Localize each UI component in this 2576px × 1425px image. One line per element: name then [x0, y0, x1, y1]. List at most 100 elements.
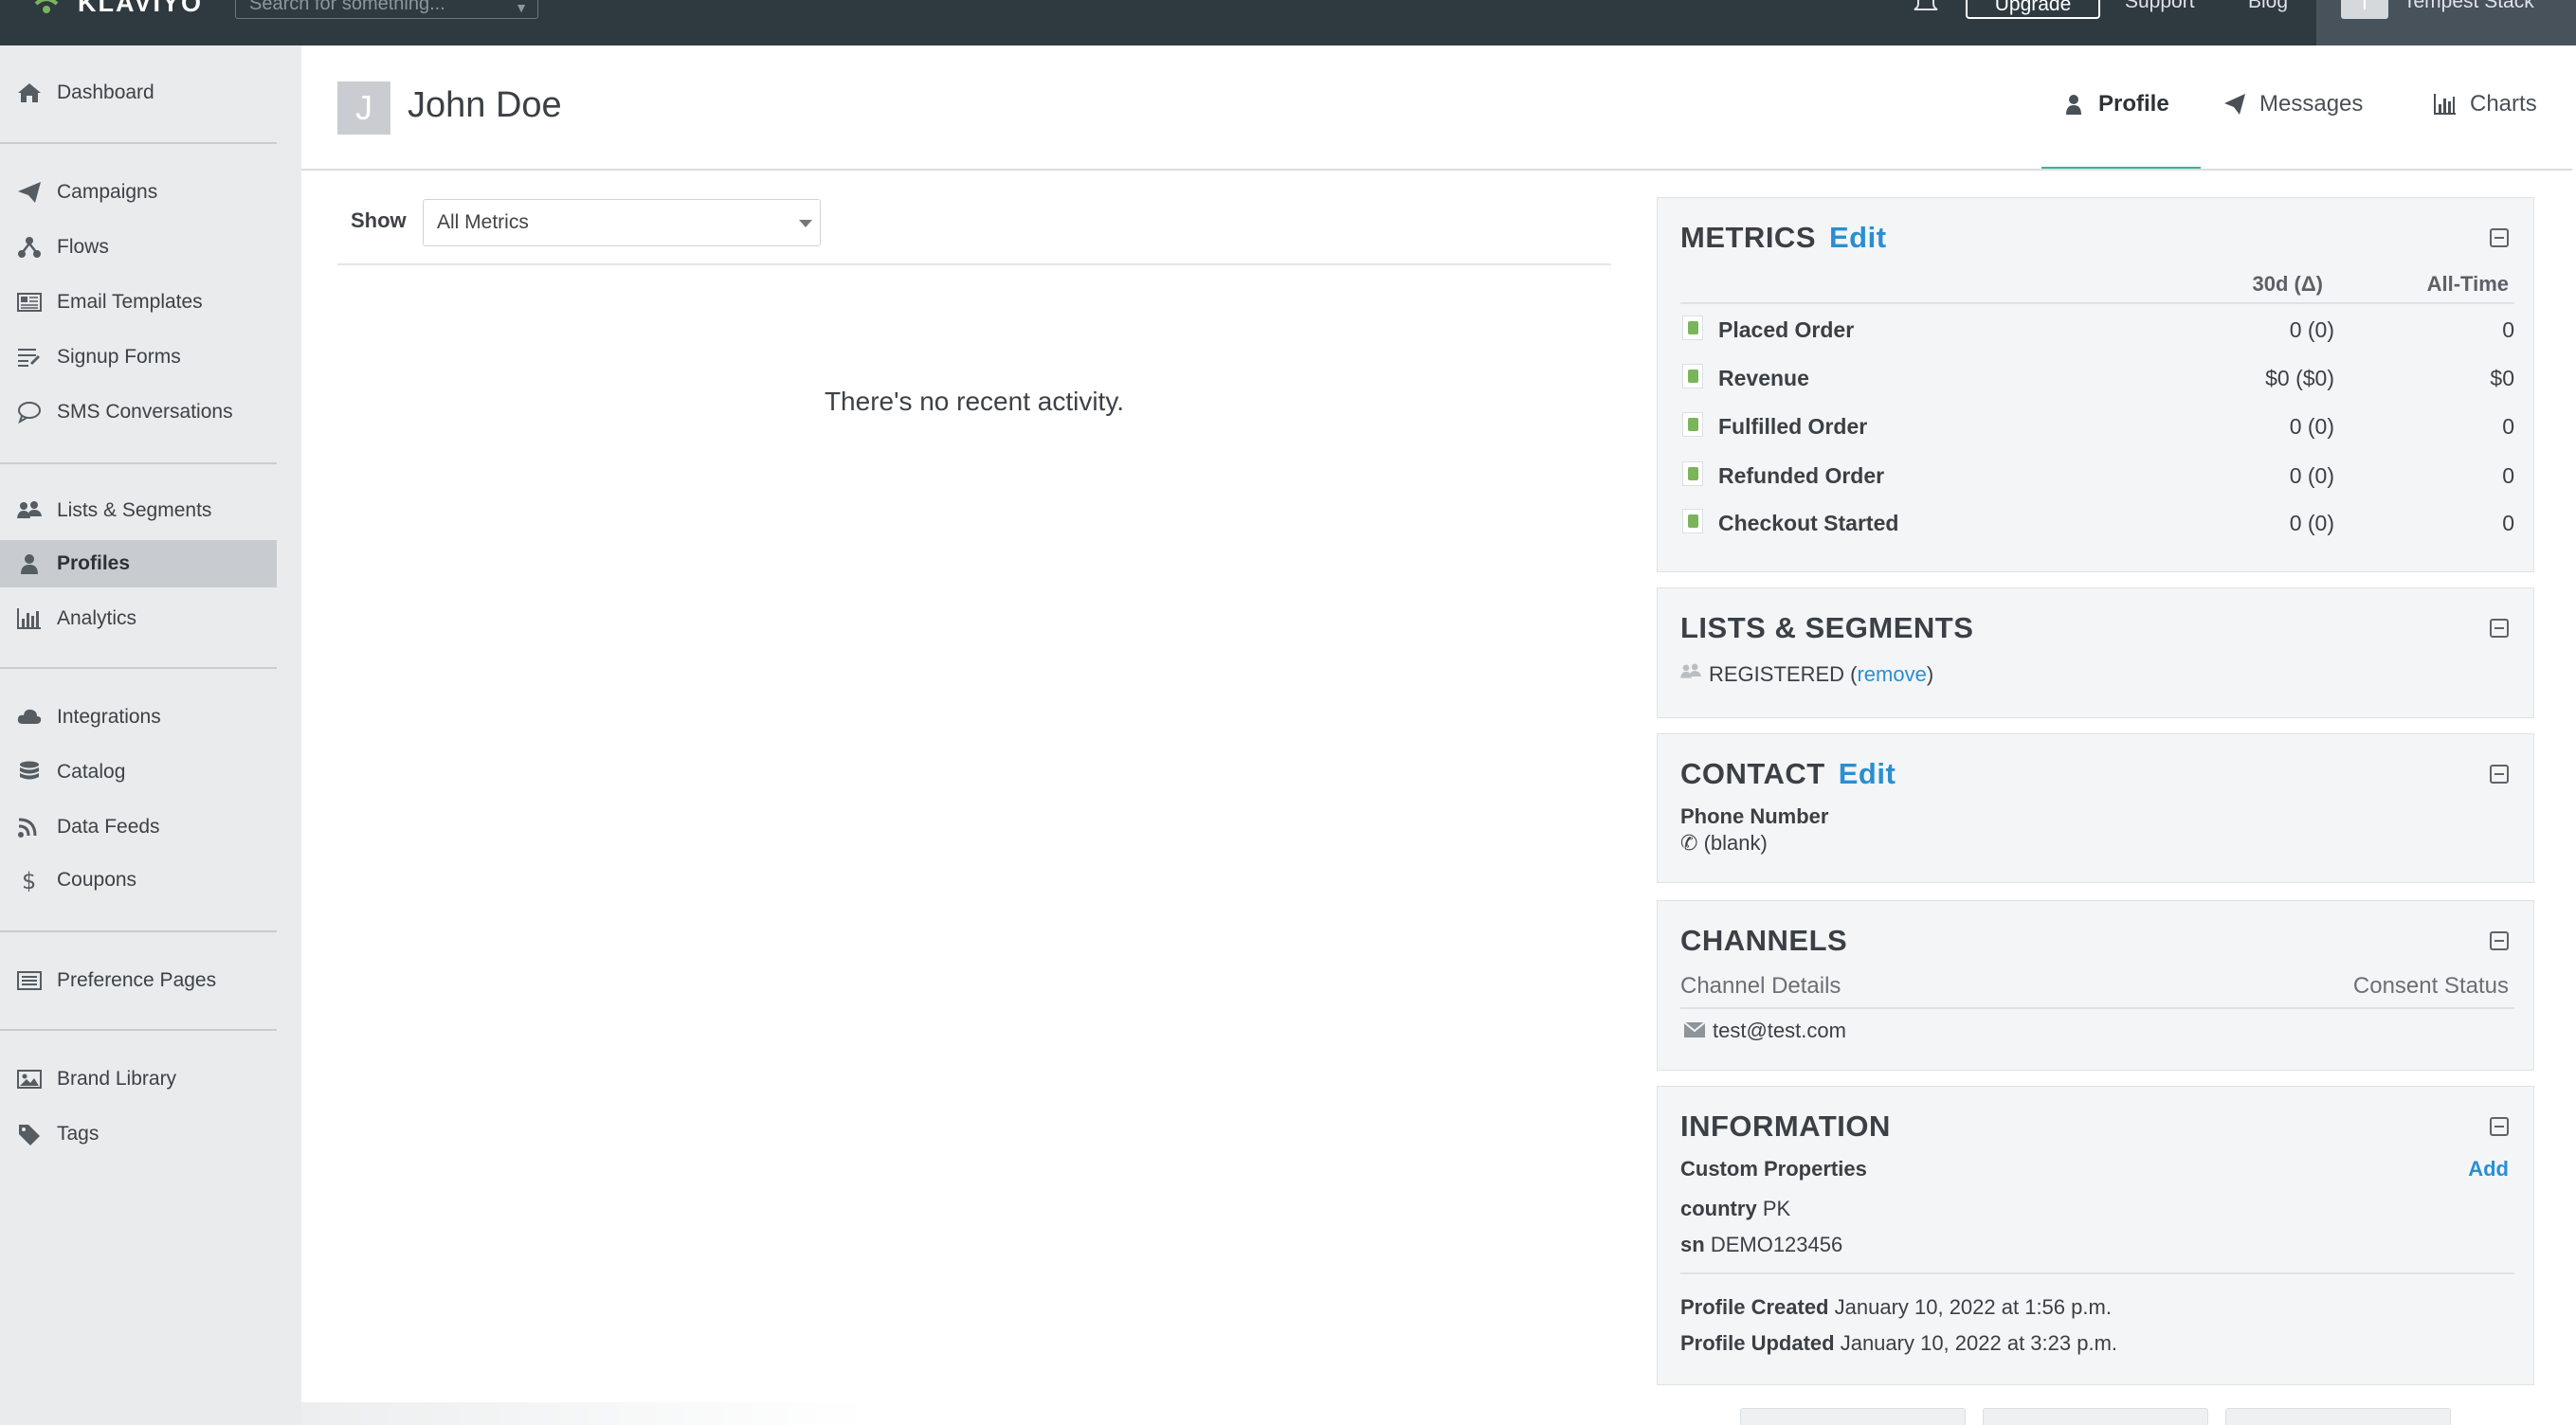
panel-title: METRICS Edit [1680, 221, 1887, 254]
show-label: Show [351, 208, 407, 232]
sidebar-item-profiles[interactable]: Profiles [0, 540, 277, 587]
sidebar-divider [0, 667, 277, 669]
chat-icon [17, 400, 45, 424]
top-bar: KLAVIYO Search for something... ▼ Upgrad… [0, 0, 2576, 45]
col-consent-status: Consent Status [2352, 973, 2509, 999]
custom-property: sn DEMO123456 [1680, 1233, 1843, 1256]
account-menu[interactable]: T Tempest Stack [2316, 0, 2576, 45]
footer-button[interactable] [1983, 1408, 2208, 1425]
panel-title: INFORMATION [1680, 1109, 1891, 1143]
chevron-down-icon: ▼ [515, 0, 528, 15]
dollar-icon: $ [17, 868, 45, 893]
lists-segments-panel: LISTS & SEGMENTS REGISTERED (remove) [1657, 587, 2534, 718]
profile-created: Profile Created January 10, 2022 at 1:56… [1680, 1295, 2112, 1319]
sidebar-item-signup-forms[interactable]: Signup Forms [0, 334, 277, 381]
paper-plane-icon [2224, 94, 2245, 115]
custom-properties-label: Custom Properties [1680, 1157, 1867, 1181]
sidebar-item-lists-segments[interactable]: Lists & Segments [0, 487, 277, 534]
no-activity-message: There's no recent activity. [824, 387, 1125, 416]
metric-row[interactable]: Placed Order 0 (0) 0 [1680, 310, 2514, 352]
remove-list-link[interactable]: remove [1857, 662, 1926, 686]
col-alltime-header: All-Time [2426, 272, 2509, 296]
users-icon [1680, 663, 1701, 678]
blog-link[interactable]: Blog [2248, 0, 2288, 13]
rss-icon [17, 815, 45, 839]
activity-divider [337, 263, 1611, 265]
logo-text: KLAVIYO [78, 0, 204, 17]
support-link[interactable]: Support [2125, 0, 2195, 13]
svg-text:$: $ [22, 869, 36, 892]
information-divider [1680, 1272, 2514, 1274]
wifi-logo-icon [34, 0, 59, 13]
metric-row[interactable]: Checkout Started 0 (0) 0 [1680, 503, 2514, 545]
add-property-link[interactable]: Add [2468, 1157, 2509, 1181]
sidebar: Dashboard Campaigns Flows Email Template… [0, 45, 301, 1425]
collapse-icon[interactable] [2490, 619, 2509, 638]
user-icon [17, 551, 45, 576]
account-avatar: T [2341, 0, 2388, 19]
paper-plane-icon [17, 180, 45, 205]
col-channel-details: Channel Details [1680, 973, 1841, 999]
metrics-edit-link[interactable]: Edit [1829, 221, 1887, 254]
sidebar-divider [0, 1029, 277, 1031]
footer-button[interactable] [1740, 1408, 1966, 1425]
collapse-icon[interactable] [2490, 228, 2509, 247]
sidebar-item-catalog[interactable]: Catalog [0, 749, 277, 796]
tab-profile[interactable]: Profile [2062, 91, 2169, 117]
bar-chart-icon [17, 606, 45, 631]
metric-row[interactable]: Refunded Order 0 (0) 0 [1680, 456, 2514, 497]
sidebar-divider [0, 462, 277, 464]
custom-property: country PK [1680, 1197, 1791, 1220]
shopify-icon [1682, 412, 1703, 437]
contact-edit-link[interactable]: Edit [1839, 757, 1896, 790]
profile-name: John Doe [408, 85, 562, 125]
sidebar-item-brand-library[interactable]: Brand Library [0, 1055, 277, 1103]
sidebar-item-integrations[interactable]: Integrations [0, 694, 277, 741]
metrics-divider [1680, 302, 2514, 304]
phone-value: ✆ (blank) [1680, 831, 1768, 855]
channels-divider [1680, 1007, 2514, 1009]
sidebar-divider [0, 930, 277, 932]
user-icon [2066, 95, 2081, 115]
col-30d-header: 30d (Δ) [2252, 272, 2324, 296]
panel-title: LISTS & SEGMENTS [1680, 611, 1974, 644]
shopify-icon [1682, 461, 1703, 486]
bell-icon[interactable] [1913, 0, 1939, 11]
search-input[interactable]: Search for something... ▼ [235, 0, 538, 19]
information-panel: INFORMATION Custom Properties Add countr… [1657, 1086, 2534, 1385]
sidebar-item-data-feeds[interactable]: Data Feeds [0, 803, 277, 851]
database-icon [17, 760, 45, 785]
profile-updated: Profile Updated January 10, 2022 at 3:23… [1680, 1331, 2118, 1355]
metric-filter-select[interactable]: All Metrics [423, 199, 821, 246]
template-icon [17, 290, 45, 315]
metric-row[interactable]: Revenue $0 ($0) $0 [1680, 358, 2514, 400]
sidebar-item-analytics[interactable]: Analytics [0, 595, 277, 642]
phone-label: Phone Number [1680, 804, 1829, 828]
klaviyo-logo[interactable]: KLAVIYO [27, 0, 203, 19]
list-icon [17, 968, 45, 993]
collapse-icon[interactable] [2490, 765, 2509, 784]
sidebar-item-preference-pages[interactable]: Preference Pages [0, 957, 277, 1004]
tab-messages[interactable]: Messages [2223, 91, 2363, 117]
metric-row[interactable]: Fulfilled Order 0 (0) 0 [1680, 406, 2514, 448]
footer-button[interactable] [2225, 1408, 2451, 1425]
home-icon [17, 81, 45, 105]
collapse-icon[interactable] [2490, 931, 2509, 950]
metrics-panel: METRICS Edit 30d (Δ) All-Time Placed Orde… [1657, 197, 2534, 572]
bottom-shadow [301, 1402, 870, 1425]
sidebar-item-tags[interactable]: Tags [0, 1110, 277, 1158]
collapse-icon[interactable] [2490, 1117, 2509, 1136]
contact-panel: CONTACT Edit Phone Number ✆ (blank) [1657, 733, 2534, 883]
sidebar-item-sms-conversations[interactable]: SMS Conversations [0, 388, 277, 436]
sidebar-item-email-templates[interactable]: Email Templates [0, 279, 277, 326]
tab-charts[interactable]: Charts [2434, 91, 2537, 117]
caret-down-icon [799, 220, 812, 227]
sidebar-item-dashboard[interactable]: Dashboard [0, 69, 277, 117]
upgrade-button[interactable]: Upgrade [1966, 0, 2100, 19]
channel-email[interactable]: test@test.com [1713, 1019, 1846, 1043]
sidebar-item-coupons[interactable]: $ Coupons [0, 857, 277, 904]
flow-icon [17, 235, 45, 260]
sidebar-divider [0, 142, 277, 144]
sidebar-item-flows[interactable]: Flows [0, 224, 277, 271]
sidebar-item-campaigns[interactable]: Campaigns [0, 169, 277, 216]
